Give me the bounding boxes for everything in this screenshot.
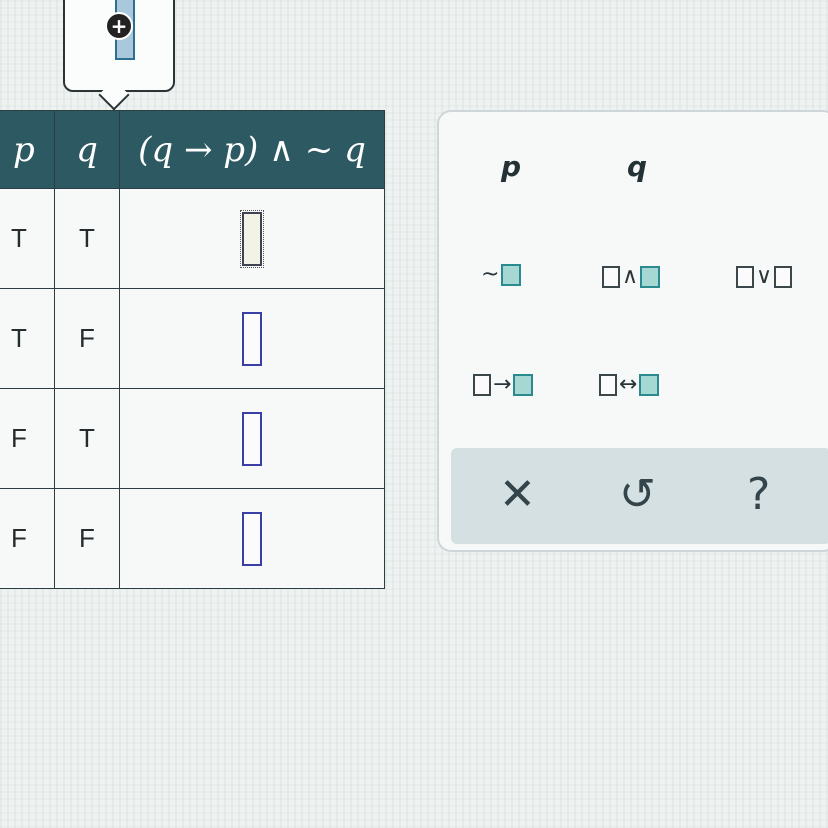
biconditional-symbol: ↔ [619, 372, 638, 397]
filled-box-icon [640, 266, 661, 288]
clear-icon[interactable]: ✕ [499, 470, 536, 520]
or-symbol: ∨ [756, 264, 773, 289]
cell-q: F [54, 488, 120, 589]
cell-answer [119, 488, 385, 589]
answer-slot[interactable] [242, 412, 262, 466]
header-expression: (q → p) ∧ ~ q [119, 110, 385, 189]
cell-p: T [0, 188, 55, 289]
answer-slot[interactable] [242, 512, 262, 566]
cell-p: F [0, 388, 55, 489]
filled-box-icon [501, 264, 522, 286]
cell-q: F [54, 288, 120, 389]
insert-tooltip: + [63, 0, 175, 92]
palette-conditional-button[interactable]: → [473, 372, 534, 397]
table-row: F F [0, 488, 385, 589]
undo-icon[interactable]: ↺ [619, 470, 656, 520]
palette-not-button[interactable]: ~ [481, 262, 522, 287]
empty-box-icon [599, 374, 617, 396]
action-bar: ✕ ↺ ? [451, 448, 828, 544]
table-row: T F [0, 288, 385, 389]
header-p: p [0, 110, 55, 189]
palette-or-button[interactable]: ∨ [736, 264, 793, 289]
symbol-palette: p q ~ ∧ ∨ → ↔ ✕ ↺ ? [437, 110, 828, 552]
palette-and-button[interactable]: ∧ [602, 264, 661, 289]
cell-q: T [54, 188, 120, 289]
empty-box-icon [736, 266, 754, 288]
table-row: T T [0, 188, 385, 289]
palette-var-p[interactable]: p [501, 150, 521, 183]
cell-answer [119, 388, 385, 489]
header-q: q [54, 110, 120, 189]
table-header-row: p q (q → p) ∧ ~ q [0, 110, 385, 189]
truth-table: p q (q → p) ∧ ~ q T T T F F T F F [0, 110, 385, 589]
not-symbol: ~ [481, 262, 500, 287]
answer-slot[interactable] [242, 312, 262, 366]
empty-box-icon [473, 374, 491, 396]
cell-p: F [0, 488, 55, 589]
filled-box-icon [513, 374, 534, 396]
palette-var-q[interactable]: q [627, 150, 647, 183]
filled-box-icon [639, 374, 660, 396]
answer-slot[interactable] [240, 210, 264, 268]
cell-answer [119, 188, 385, 289]
plus-icon[interactable]: + [105, 12, 133, 40]
help-icon[interactable]: ? [747, 470, 770, 520]
table-row: F T [0, 388, 385, 489]
conditional-symbol: → [493, 372, 512, 397]
cell-p: T [0, 288, 55, 389]
cell-q: T [54, 388, 120, 489]
empty-box-icon [602, 266, 620, 288]
cell-answer [119, 288, 385, 389]
empty-box-icon [774, 266, 793, 288]
and-symbol: ∧ [622, 264, 639, 289]
palette-biconditional-button[interactable]: ↔ [599, 372, 660, 397]
